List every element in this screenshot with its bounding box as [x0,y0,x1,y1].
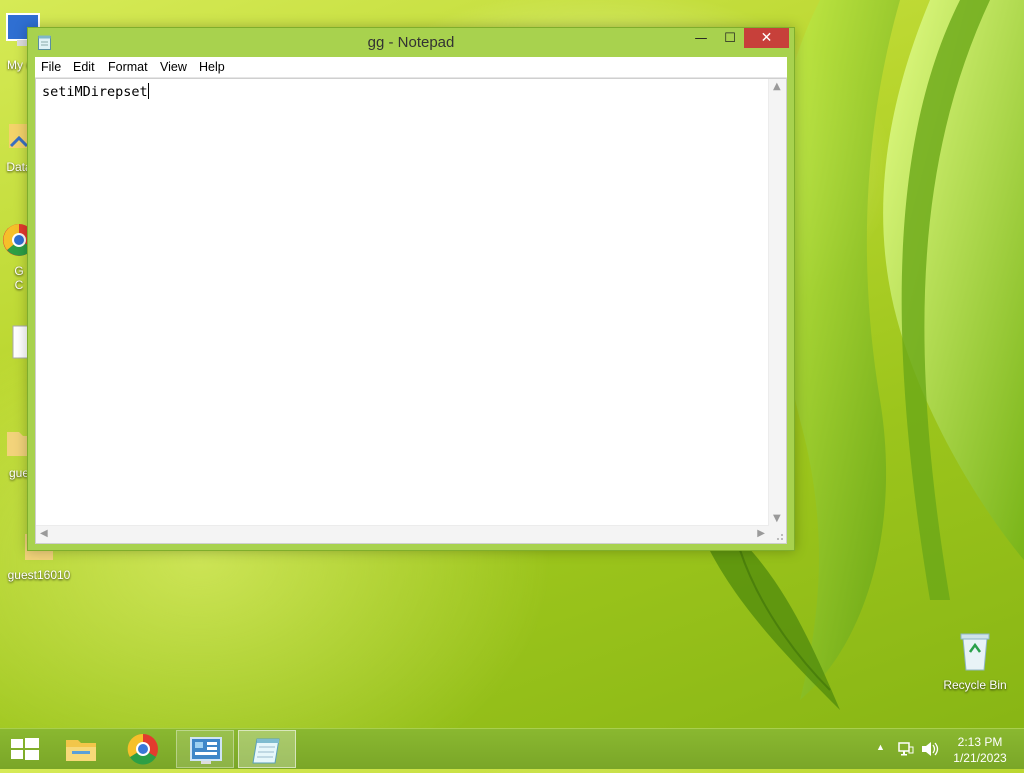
menu-edit[interactable]: Edit [73,60,95,74]
desktop-icon-recycle-bin[interactable]: Recycle Bin [940,628,1010,692]
close-button[interactable]: ✕ [744,28,789,48]
scroll-left-arrow-icon[interactable]: ◀ [40,528,48,539]
minimize-button[interactable]: — [687,31,715,51]
clock-date[interactable]: 1/21/2023 [948,751,1012,765]
text-editor[interactable]: setiMDirepset ▲ ▼ ◀ ▶ [35,78,787,544]
folder-icon [66,740,96,761]
scroll-up-arrow-icon[interactable]: ▲ [773,81,781,92]
menu-file[interactable]: File [41,60,61,74]
text-caret [147,83,149,99]
volume-icon[interactable] [921,741,939,757]
title-bar[interactable]: gg - Notepad — ☐ ✕ [28,28,794,57]
network-icon[interactable] [898,741,914,757]
control-panel-icon [190,737,222,764]
clock-time[interactable]: 2:13 PM [948,735,1012,749]
start-button[interactable] [0,730,58,768]
menu-help[interactable]: Help [199,60,225,74]
desktop-icon-label: gue [8,466,30,480]
window-title: gg - Notepad [367,34,455,51]
scroll-down-arrow-icon[interactable]: ▼ [773,513,781,524]
notepad-icon [252,738,280,764]
taskbar-chrome[interactable] [114,730,172,768]
taskbar-file-explorer[interactable] [52,730,110,768]
desktop-icon-label: G C [14,264,24,292]
menu-bar: File Edit Format View Help [35,57,787,78]
menu-format[interactable]: Format [108,60,148,74]
horizontal-scrollbar[interactable]: ◀ ▶ [36,525,769,543]
windows-logo-icon [11,738,39,760]
menu-view[interactable]: View [160,60,187,74]
editor-text: setiMDirepset [42,84,148,100]
notepad-window[interactable]: gg - Notepad — ☐ ✕ File Edit Format View… [27,27,795,551]
recycle-bin-icon [960,633,990,671]
chrome-icon [127,733,158,765]
taskbar: ▲ 2:13 PM 1/21/2023 [0,728,1024,769]
desktop-icon-label: guest16010 [7,568,71,582]
editor-content[interactable]: setiMDirepset [42,83,149,100]
maximize-button[interactable]: ☐ [716,31,744,51]
show-hidden-icons-icon[interactable]: ▲ [876,742,885,752]
taskbar-notepad[interactable] [238,730,296,768]
desktop-icon-label: Recycle Bin [943,678,1007,692]
resize-grip-icon[interactable] [769,526,786,543]
resize-grip-dots [777,534,783,540]
scroll-right-arrow-icon[interactable]: ▶ [757,528,765,539]
vertical-scrollbar[interactable]: ▲ ▼ [768,79,786,526]
taskbar-control-panel[interactable] [176,730,234,768]
